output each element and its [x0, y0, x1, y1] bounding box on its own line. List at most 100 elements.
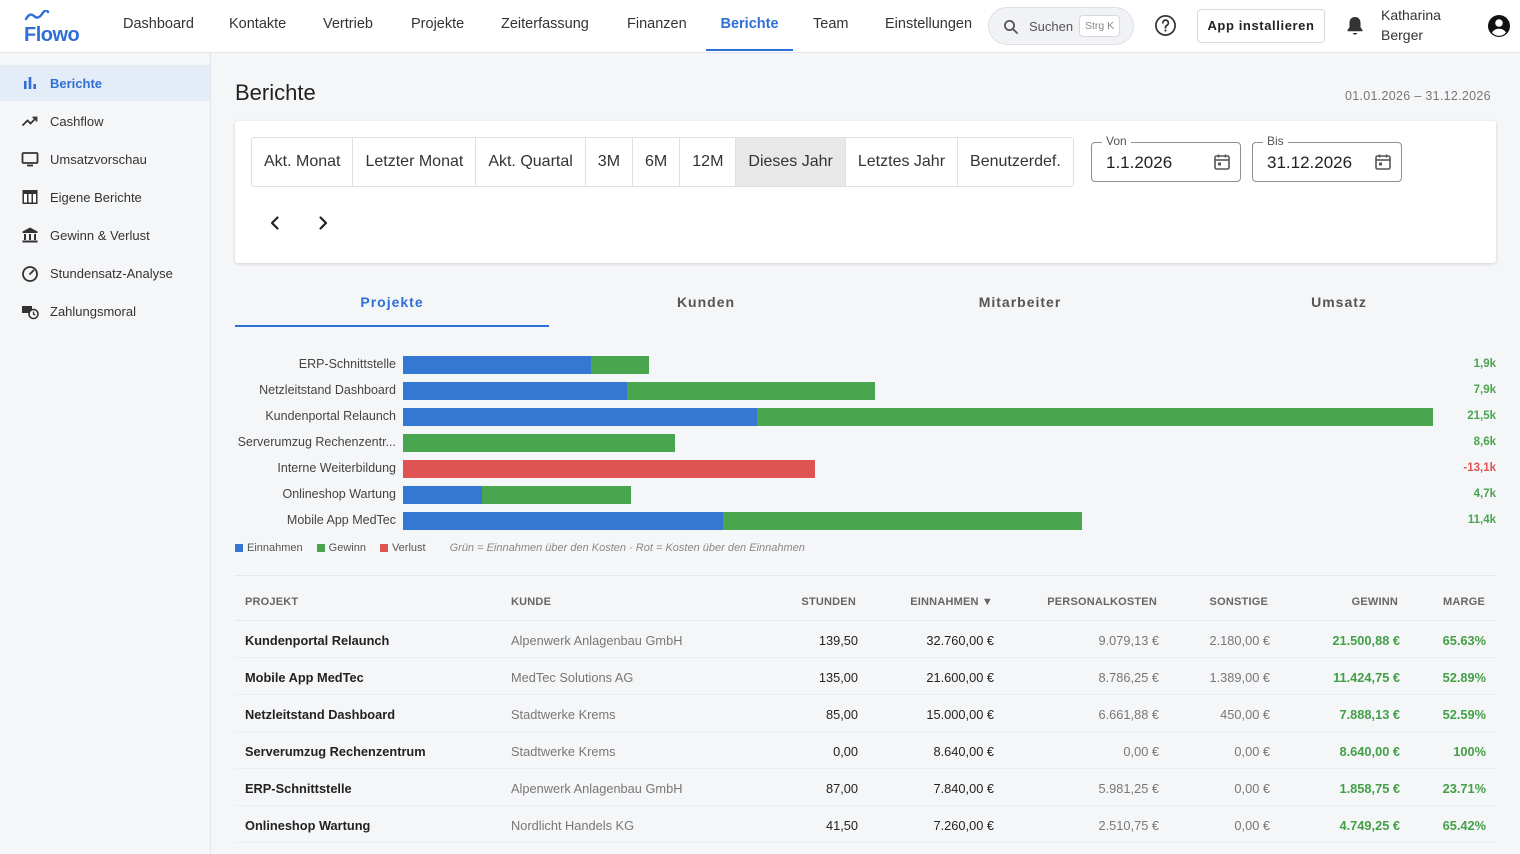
sidebar-item-cashflow[interactable]: Cashflow — [0, 103, 210, 139]
table-row[interactable]: ERP-Schnittstelle Alpenwerk Anlagenbau Gm… — [235, 769, 1496, 806]
cell-project: Kundenportal Relaunch — [245, 633, 390, 648]
chevron-right-icon[interactable] — [313, 213, 333, 233]
bar-segment-gewinn[interactable] — [591, 356, 650, 374]
cell-other-costs: 0,00 € — [1234, 744, 1270, 759]
tab-kunden[interactable]: Kunden — [549, 283, 863, 327]
table-row[interactable]: Serverumzug Rechenzentrum Stadtwerke Krem… — [235, 732, 1496, 769]
bar-value-label: 1,9k — [1473, 358, 1496, 370]
nav-item-berichte[interactable]: Berichte — [706, 0, 793, 51]
cell-hours: 85,00 — [825, 707, 858, 722]
column-header-hours[interactable]: STUNDEN — [801, 596, 856, 608]
bar-value-label: -13,1k — [1463, 462, 1496, 474]
bar-value-label: 8,6k — [1473, 436, 1496, 448]
bar-segment-einnahmen[interactable] — [403, 486, 482, 504]
cell-hours: 135,00 — [818, 670, 858, 685]
tab-umsatz[interactable]: Umsatz — [1182, 283, 1496, 327]
install-app-button[interactable]: App installieren — [1197, 9, 1325, 43]
nav-item-projekte[interactable]: Projekte — [411, 0, 464, 50]
nav-item-zeiterfassung[interactable]: Zeiterfassung — [501, 0, 589, 50]
column-header-margin[interactable]: MARGE — [1443, 596, 1485, 608]
cell-profit: 8.640,00 € — [1339, 744, 1401, 759]
column-header-customer[interactable]: KUNDE — [511, 596, 551, 608]
cell-staff-costs: 9.079,13 € — [1098, 633, 1160, 648]
chevron-left-icon[interactable] — [265, 213, 285, 233]
bar-segment-einnahmen[interactable] — [403, 512, 724, 530]
column-header-other-costs[interactable]: SONSTIGE — [1210, 596, 1268, 608]
cell-hours: 87,00 — [825, 781, 858, 796]
bar-segment-verlust[interactable] — [403, 460, 815, 478]
speedometer-icon — [21, 264, 39, 282]
nav-item-einstellungen[interactable]: Einstellungen — [885, 0, 972, 50]
cell-staff-costs: 8.786,25 € — [1098, 670, 1160, 685]
help-icon[interactable] — [1154, 14, 1177, 37]
calendar-icon[interactable] — [1213, 153, 1231, 171]
table-row[interactable]: Kundenportal Relaunch Alpenwerk Anlagenba… — [235, 621, 1496, 658]
cell-margin: 52.59% — [1442, 707, 1486, 722]
calendar-icon[interactable] — [1374, 153, 1392, 171]
nav-item-kontakte[interactable]: Kontakte — [229, 0, 286, 50]
period-button-12m[interactable]: 12M — [680, 138, 737, 186]
user-first-name[interactable]: Katharina — [1381, 7, 1441, 23]
cell-staff-costs: 2.510,75 € — [1098, 818, 1160, 833]
sidebar-item-label: Cashflow — [50, 114, 104, 129]
date-to-legend: Bis — [1263, 134, 1288, 148]
notifications-bell-icon[interactable] — [1345, 15, 1365, 37]
bar-segment-gewinn[interactable] — [403, 434, 675, 452]
bar-value-label: 4,7k — [1473, 488, 1496, 500]
table-row[interactable]: Onlineshop Wartung Nordlicht Handels KG 41… — [235, 806, 1496, 843]
column-header-staff-costs[interactable]: PERSONALKOSTEN — [1047, 596, 1157, 608]
cell-staff-costs: 6.661,88 € — [1098, 707, 1160, 722]
column-header-income[interactable]: EINNAHMEN ▼ — [910, 596, 993, 608]
table-row[interactable]: Netzleitstand Dashboard Stadtwerke Krems 8… — [235, 695, 1496, 732]
column-header-profit[interactable]: GEWINN — [1352, 596, 1398, 608]
bar-segment-gewinn[interactable] — [757, 408, 1433, 426]
bar-segment-gewinn[interactable] — [626, 382, 875, 400]
search-box[interactable]: Suchen Strg K — [988, 7, 1134, 45]
date-from-field[interactable]: Von 1.1.2026 — [1091, 134, 1241, 182]
sidebar-item-zahlungsmoral[interactable]: Zahlungsmoral — [0, 293, 210, 329]
period-button-3m[interactable]: 3M — [585, 138, 634, 186]
period-button-letzter-monat[interactable]: Letzter Monat — [353, 138, 477, 186]
sidebar-item-berichte[interactable]: Berichte — [0, 65, 210, 101]
period-button-akt-quartal[interactable]: Akt. Quartal — [476, 138, 586, 186]
bar-value-label: 7,9k — [1473, 384, 1496, 396]
sidebar-item-eigene-berichte[interactable]: Eigene Berichte — [0, 179, 210, 215]
sidebar-item-stundensatz-analyse[interactable]: Stundensatz-Analyse — [0, 255, 210, 291]
user-last-name[interactable]: Berger — [1381, 27, 1423, 43]
date-to-field[interactable]: Bis 31.12.2026 — [1252, 134, 1402, 182]
sidebar-item-umsatzvorschau[interactable]: Umsatzvorschau — [0, 141, 210, 177]
cell-other-costs: 0,00 € — [1234, 781, 1270, 796]
bar-segment-einnahmen[interactable] — [403, 356, 592, 374]
date-to-value[interactable]: 31.12.2026 — [1267, 153, 1352, 173]
sidebar-item-gewinn-verlust[interactable]: Gewinn & Verlust — [0, 217, 210, 253]
nav-item-finanzen[interactable]: Finanzen — [627, 0, 687, 50]
nav-item-team[interactable]: Team — [813, 0, 848, 50]
column-header-project[interactable]: PROJEKT — [245, 596, 298, 608]
period-button-letztes-jahr[interactable]: Letztes Jahr — [845, 138, 959, 186]
period-button-dieses-jahr[interactable]: Dieses Jahr — [736, 138, 846, 186]
period-button-benutzerdef[interactable]: Benutzerdef. — [958, 138, 1073, 186]
cell-income: 8.640,00 € — [933, 744, 995, 759]
tab-projekte[interactable]: Projekte — [235, 283, 549, 327]
sidebar-item-label: Umsatzvorschau — [50, 152, 147, 167]
nav-item-vertrieb[interactable]: Vertrieb — [323, 0, 373, 50]
bar-segment-gewinn[interactable] — [481, 486, 632, 504]
top-bar: Flowo Dashboard Kontakte Vertrieb Projekte Z… — [0, 0, 1520, 53]
nav-item-dashboard[interactable]: Dashboard — [123, 0, 194, 50]
bar-segment-einnahmen[interactable] — [403, 382, 627, 400]
logo-text: Flowo — [24, 24, 80, 46]
bar-label: Interne Weiterbildung — [277, 461, 396, 475]
period-button-6m[interactable]: 6M — [633, 138, 681, 186]
bar-segment-gewinn[interactable] — [723, 512, 1083, 530]
period-button-akt-monat[interactable]: Akt. Monat — [252, 138, 354, 186]
date-from-value[interactable]: 1.1.2026 — [1106, 153, 1172, 173]
bar-segment-einnahmen[interactable] — [403, 408, 758, 426]
account-circle-icon[interactable] — [1487, 14, 1511, 38]
tab-mitarbeiter[interactable]: Mitarbeiter — [863, 283, 1177, 327]
table-icon — [21, 188, 39, 206]
cell-profit: 11.424,75 € — [1333, 670, 1400, 685]
table-row[interactable]: Mobile App MedTec MedTec Solutions AG 135,… — [235, 658, 1496, 695]
cell-other-costs: 450,00 € — [1220, 707, 1270, 722]
app-logo[interactable]: Flowo — [22, 10, 82, 46]
cell-profit: 4.749,25 € — [1339, 818, 1401, 833]
